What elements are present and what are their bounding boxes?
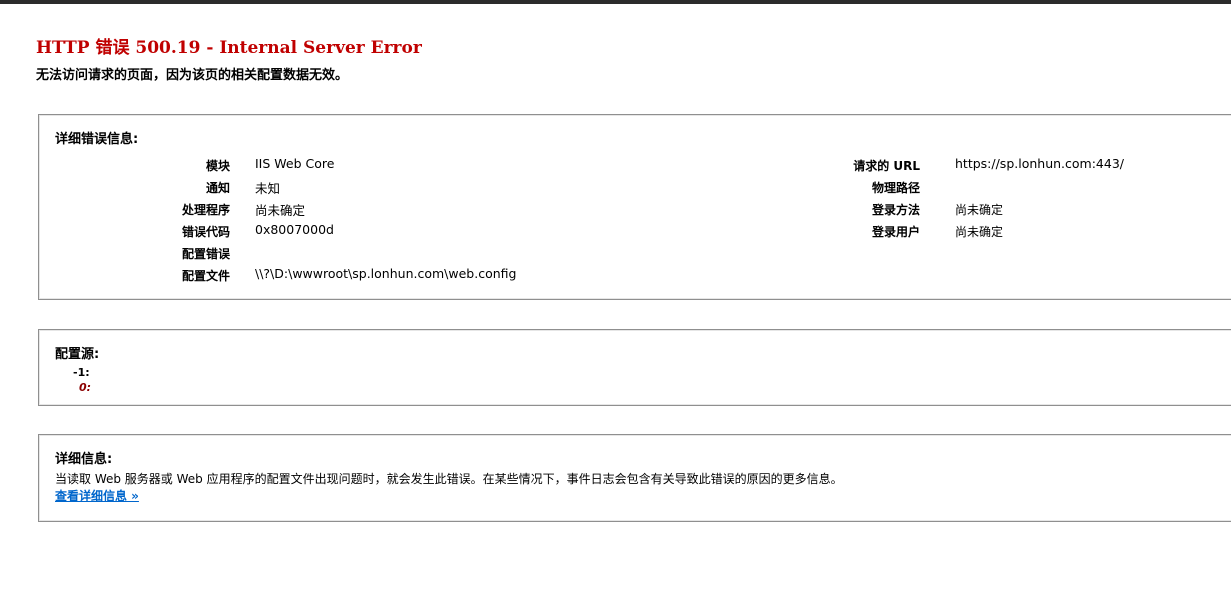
window-top-bar (0, 0, 1231, 4)
more-info-panel: 详细信息: 当读取 Web 服务器或 Web 应用程序的配置文件出现问题时，就会… (38, 434, 1231, 522)
field-value-request-url: https://sp.lonhun.com:443/ (955, 156, 1124, 171)
field-label-config-file: 配置文件 (181, 269, 230, 283)
field-label-error-code: 错误代码 (181, 225, 230, 239)
view-more-info-link[interactable]: 查看详细信息 » (55, 487, 139, 504)
field-label-module: 模块 (205, 159, 230, 173)
field-label-notification: 通知 (205, 181, 230, 195)
field-value-handler: 尚未确定 (255, 203, 306, 218)
field-label-request-url: 请求的 URL (853, 159, 920, 173)
field-label-config-error: 配置错误 (181, 247, 230, 261)
field-value-error-code: 0x8007000d (255, 222, 334, 237)
field-value-notification: 未知 (255, 181, 281, 196)
field-value-logon-user: 尚未确定 (955, 225, 1004, 239)
page-subtitle: 无法访问请求的页面，因为该页的相关配置数据无效。 (36, 68, 349, 83)
field-label-logon-user: 登录用户 (871, 225, 920, 239)
config-source-panel: 配置源: -1: 0: (38, 329, 1231, 406)
config-source-error-line: 0: (79, 381, 92, 394)
detail-error-heading: 详细错误信息: (55, 132, 139, 147)
field-label-handler: 处理程序 (181, 203, 230, 217)
field-label-logon-method: 登录方法 (871, 203, 920, 217)
field-value-config-file: \\?\D:\wwwroot\sp.lonhun.com\web.config (255, 266, 517, 281)
detail-error-panel: 详细错误信息: 模块 IIS Web Core 通知 未知 处理程序 尚未确定 … (38, 114, 1231, 300)
page-title: HTTP 错误 500.19 - Internal Server Error (36, 38, 422, 58)
more-info-heading: 详细信息: (55, 452, 113, 467)
config-source-line: -1: (73, 366, 90, 379)
field-value-module: IIS Web Core (255, 156, 335, 171)
field-label-physical-path: 物理路径 (871, 181, 920, 195)
config-source-heading: 配置源: (55, 347, 100, 362)
more-info-description: 当读取 Web 服务器或 Web 应用程序的配置文件出现问题时，就会发生此错误。… (55, 472, 843, 486)
field-value-logon-method: 尚未确定 (955, 203, 1004, 217)
